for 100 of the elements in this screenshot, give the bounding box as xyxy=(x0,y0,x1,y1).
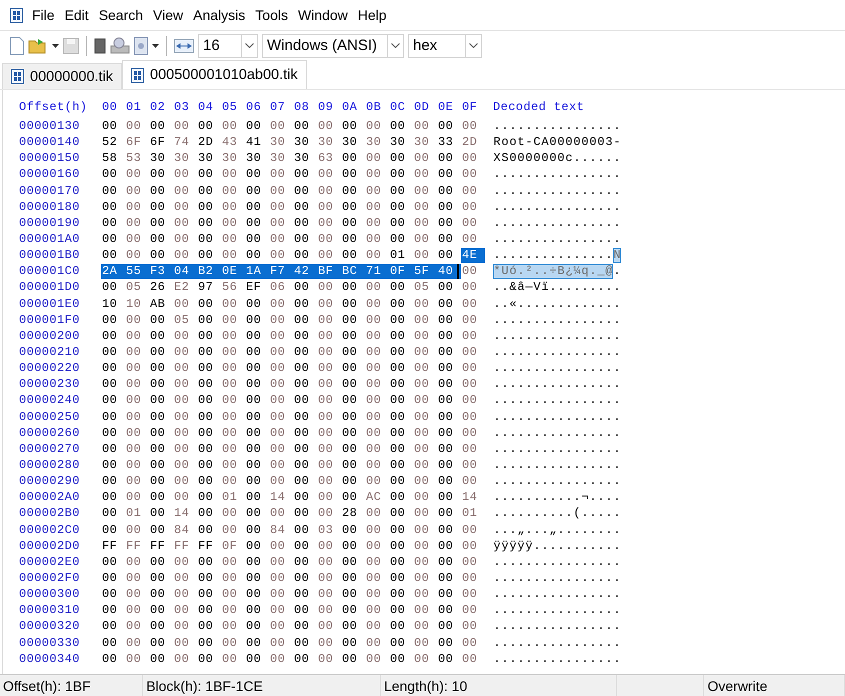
hex-byte: 00 xyxy=(437,118,454,134)
hex-byte: 00 xyxy=(293,618,310,634)
offset-base-dropdown[interactable]: hex xyxy=(408,34,482,58)
decoded-char: . xyxy=(605,458,613,473)
decoded-char: . xyxy=(517,618,525,634)
decoded-char: . xyxy=(509,118,517,134)
decoded-char: . xyxy=(533,328,541,344)
decoded-char: . xyxy=(557,376,565,392)
file-tab[interactable]: 00000000.tik xyxy=(2,63,122,89)
hex-byte: 00 xyxy=(101,409,118,424)
decoded-char: . xyxy=(517,409,525,424)
hex-byte: 00 xyxy=(437,409,454,424)
hex-byte: 00 xyxy=(173,232,190,247)
decoded-char: . xyxy=(517,474,525,489)
decoded-char: . xyxy=(549,344,557,360)
hex-byte: 00 xyxy=(245,409,262,424)
hex-byte: 00 xyxy=(173,199,190,214)
decoded-char: . xyxy=(565,586,573,602)
hex-byte: 00 xyxy=(293,344,310,360)
decoded-char: . xyxy=(549,118,557,134)
decoded-char: . xyxy=(613,280,621,295)
decoded-char: . xyxy=(557,570,565,586)
hex-byte: 00 xyxy=(269,538,286,554)
decoded-char: . xyxy=(493,409,501,424)
decoded-char: . xyxy=(525,618,533,634)
hex-byte: 00 xyxy=(413,602,430,618)
decoded-char: . xyxy=(581,150,589,166)
hex-byte: 00 xyxy=(149,232,166,247)
hex-byte: 00 xyxy=(149,360,166,376)
bytes-per-row-dropdown[interactable]: 16 xyxy=(198,34,258,58)
decoded-char: . xyxy=(605,248,613,263)
decoded-char: . xyxy=(605,296,613,312)
decoded-char: . xyxy=(565,441,573,456)
menu-item[interactable]: Analysis xyxy=(188,7,250,23)
column-header: 0E xyxy=(437,100,454,114)
decoded-char: . xyxy=(581,635,589,650)
decoded-char: B xyxy=(557,264,565,279)
decoded-char: . xyxy=(533,570,541,586)
decoded-char: . xyxy=(565,280,573,295)
decoded-char: . xyxy=(597,409,605,424)
decoded-char: . xyxy=(509,360,517,376)
chevron-down-icon xyxy=(245,43,254,48)
new-file-icon[interactable] xyxy=(10,36,24,54)
decoded-char: . xyxy=(541,554,549,570)
hex-byte: 00 xyxy=(173,490,190,505)
hex-byte: FF xyxy=(149,538,166,554)
hex-byte: 00 xyxy=(125,312,142,328)
hex-byte: 00 xyxy=(317,538,334,554)
hex-byte: 00 xyxy=(173,328,190,344)
caret-icon[interactable] xyxy=(52,44,59,48)
decoded-char: . xyxy=(541,328,549,344)
decoded-char: . xyxy=(613,409,621,424)
decoded-char: @ xyxy=(605,264,613,279)
hex-byte: 00 xyxy=(149,602,166,618)
decoded-char: . xyxy=(605,474,613,489)
menu-item[interactable]: Edit xyxy=(60,7,94,23)
file-tab[interactable]: 000500001010ab00.tik xyxy=(122,60,307,89)
decoded-char: . xyxy=(589,215,597,230)
memory-chip-icon[interactable] xyxy=(94,38,106,54)
hex-byte: 00 xyxy=(437,474,454,489)
hex-byte: 00 xyxy=(341,538,358,554)
hex-byte: 00 xyxy=(413,441,430,456)
decoded-char: . xyxy=(509,232,517,247)
hex-byte: 14 xyxy=(269,490,286,505)
decoded-char: . xyxy=(493,376,501,392)
decoded-char: . xyxy=(573,618,581,634)
decoded-char: . xyxy=(541,490,549,505)
decoded-char: . xyxy=(557,490,565,505)
decoded-char: . xyxy=(493,425,501,440)
menu-item[interactable]: Search xyxy=(94,7,148,23)
menu-item[interactable]: Window xyxy=(292,7,353,23)
menu-item[interactable]: View xyxy=(148,7,188,23)
hex-byte: 00 xyxy=(341,602,358,618)
menu-item[interactable]: Help xyxy=(352,7,392,23)
decoded-char: . xyxy=(589,376,597,392)
offset-label: 00000170 xyxy=(19,184,81,198)
caret-icon[interactable] xyxy=(152,44,159,48)
hex-byte: 00 xyxy=(101,312,118,328)
decoded-char: . xyxy=(613,586,621,602)
hex-byte: 00 xyxy=(365,586,382,602)
hex-byte: 05 xyxy=(413,280,430,295)
hex-byte: 00 xyxy=(413,376,430,392)
hex-byte: 00 xyxy=(173,570,190,586)
decoded-char: . xyxy=(501,183,509,198)
decoded-char: . xyxy=(581,409,589,424)
hex-byte: 00 xyxy=(173,183,190,198)
decoded-char: 0 xyxy=(517,150,525,166)
decoded-char: . xyxy=(501,441,509,456)
charset-dropdown[interactable]: Windows (ANSI) xyxy=(262,34,404,58)
decoded-char: . xyxy=(581,441,589,456)
hex-byte: 00 xyxy=(221,651,238,666)
decoded-char: . xyxy=(501,392,509,408)
decoded-char: . xyxy=(573,392,581,408)
menu-item[interactable]: Tools xyxy=(250,7,293,23)
decoded-char: . xyxy=(493,635,501,650)
offset-label: 000001A0 xyxy=(19,232,81,246)
decoded-char: . xyxy=(557,538,565,554)
menu-item[interactable]: File xyxy=(27,7,60,23)
hex-byte: 00 xyxy=(461,328,478,344)
hex-byte: 00 xyxy=(101,474,118,489)
